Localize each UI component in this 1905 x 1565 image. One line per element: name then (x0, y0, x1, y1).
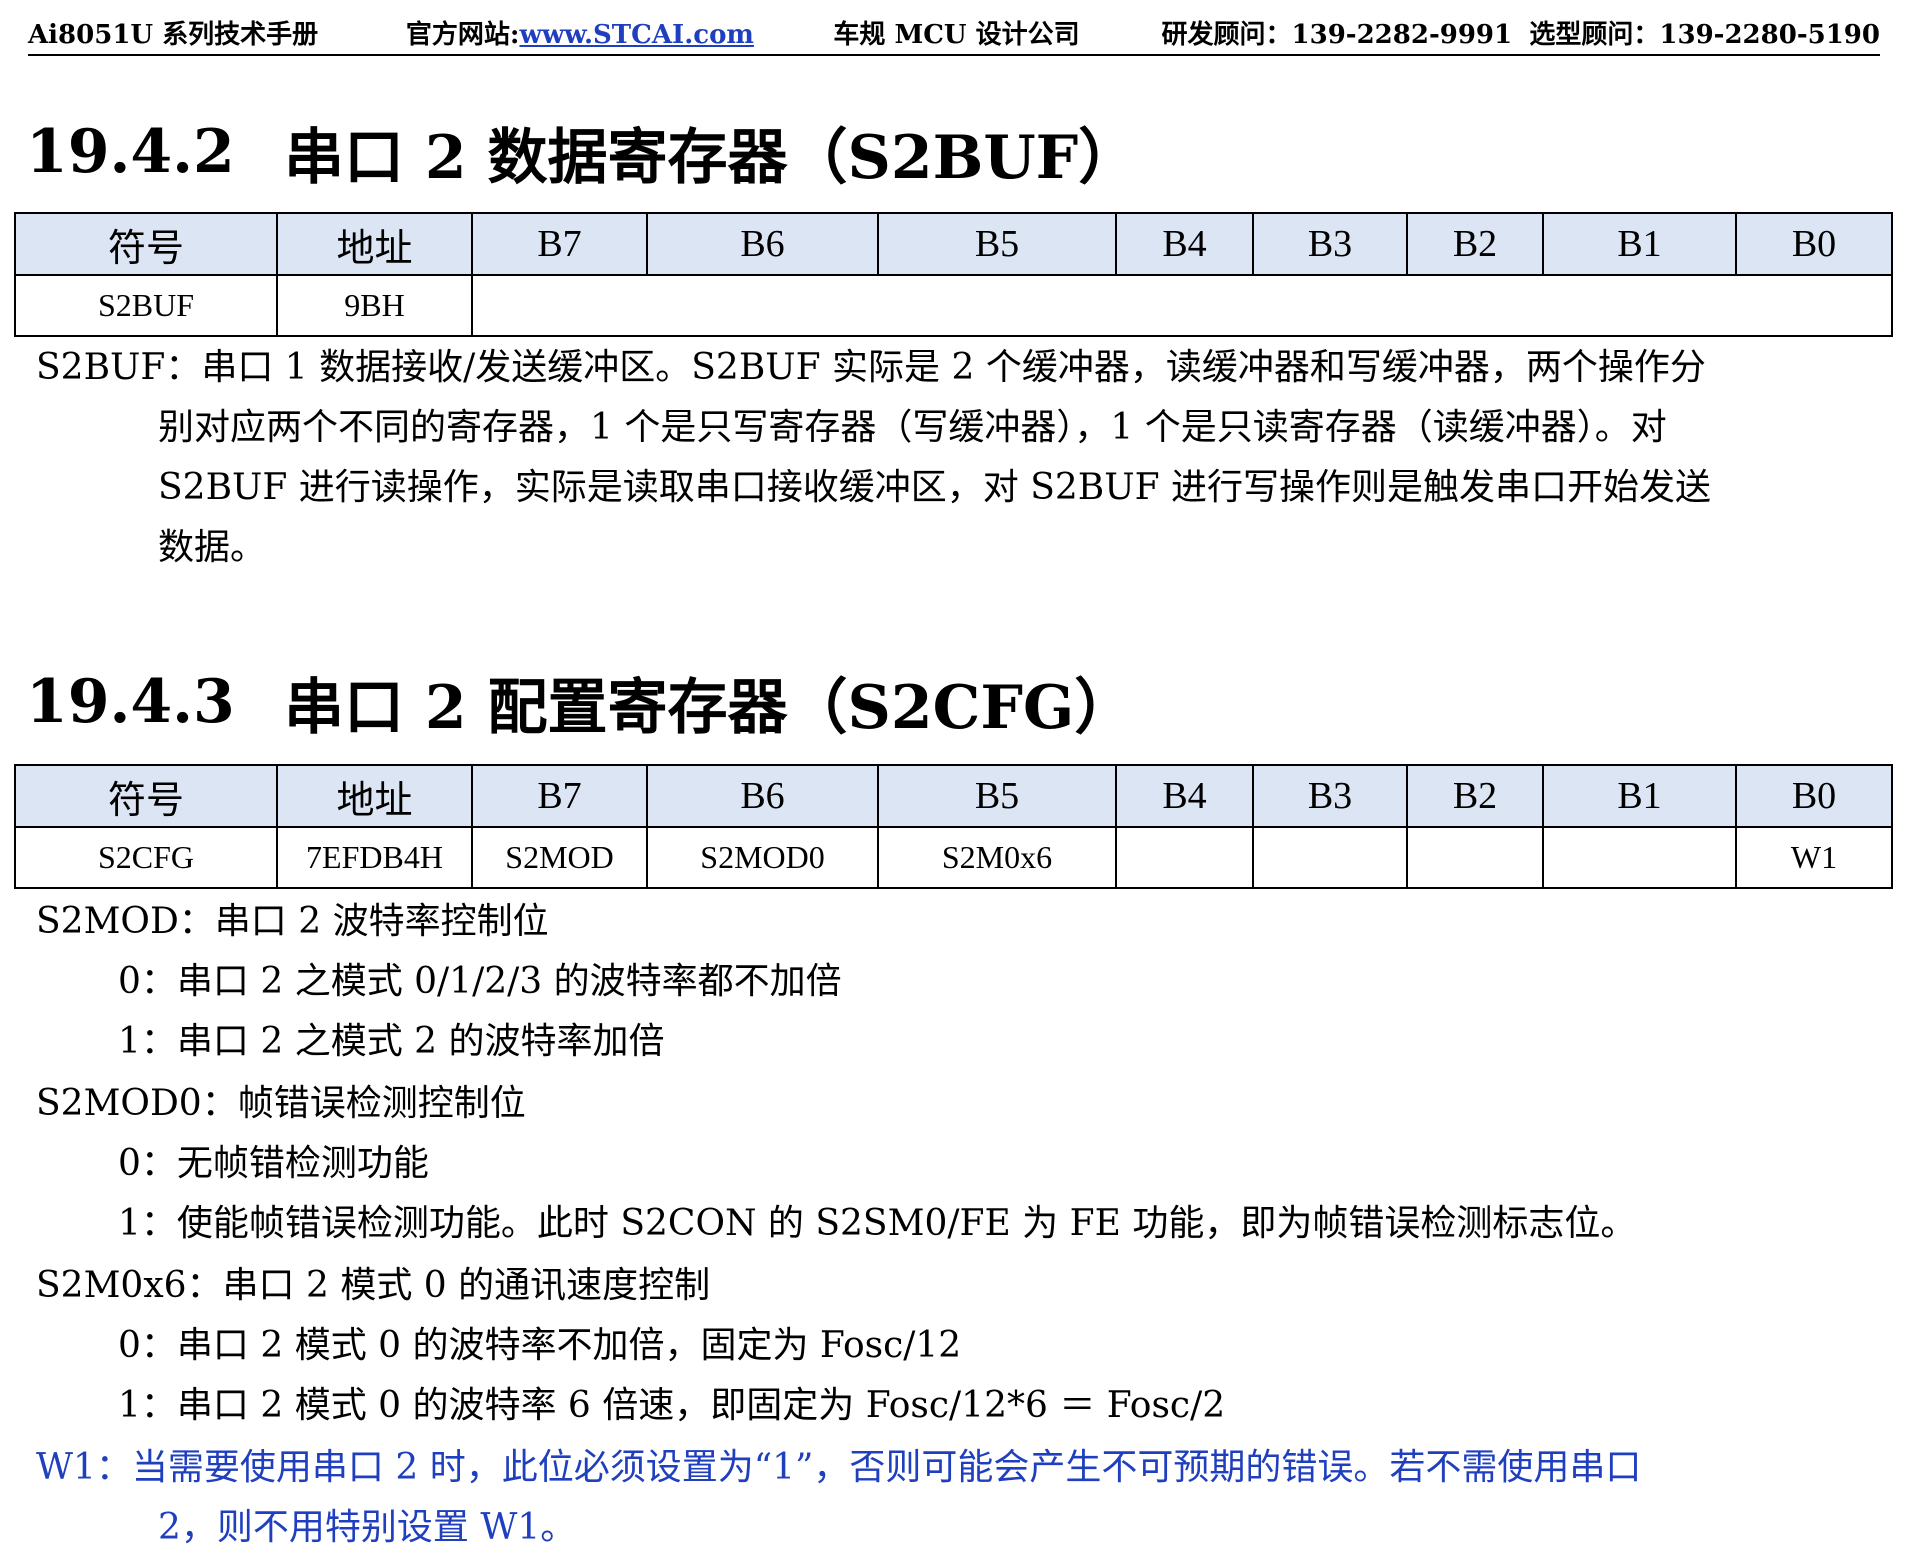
header-cell: B3 (1252, 764, 1408, 828)
section-number: 19.4.2 (26, 117, 235, 187)
page-header: Ai8051U 系列技术手册 官方网站: www.STCAI.com 车规 MC… (28, 10, 1880, 56)
header-cell: B0 (1735, 764, 1893, 828)
symbol-cell: S2CFG (14, 826, 278, 889)
bit-item: 0：串口 2 之模式 0/1/2/3 的波特率都不加倍 (118, 961, 842, 1002)
table-row: S2CFG 7EFDB4H S2MOD S2MOD0 S2M0x6 W1 (14, 826, 1893, 889)
bit-item: 1：串口 2 之模式 2 的波特率加倍 (118, 1021, 665, 1062)
bit6-cell: S2MOD0 (646, 826, 879, 889)
header-cell: 地址 (276, 764, 473, 828)
header-cell: B1 (1542, 764, 1737, 828)
bit7-cell: S2MOD (471, 826, 648, 889)
header-cell: 符号 (14, 212, 278, 276)
header-cell: B1 (1542, 212, 1737, 276)
manual-title: Ai8051U 系列技术手册 (28, 19, 319, 50)
header-cell: B7 (471, 764, 648, 828)
header-cell: B5 (877, 212, 1117, 276)
address-cell: 7EFDB4H (276, 826, 473, 889)
address-cell: 9BH (276, 274, 473, 337)
section-title-s2cfg: 19.4.3 串口 2 配置寄存器（S2CFG） (26, 662, 1134, 743)
s2buf-description-line4: 数据。 (158, 527, 267, 568)
header-cell: B7 (471, 212, 648, 276)
company-slogan: 车规 MCU 设计公司 (833, 19, 1080, 50)
section-number: 19.4.3 (26, 667, 235, 737)
symbol-cell: S2BUF (14, 274, 278, 337)
w1-note-line2: 2，则不用特别设置 W1。 (158, 1507, 577, 1548)
header-cell: B4 (1115, 212, 1254, 276)
table-header-row: 符号 地址 B7 B6 B5 B4 B3 B2 B1 B0 (14, 764, 1893, 828)
header-cell: B2 (1406, 764, 1544, 828)
header-cell: B5 (877, 764, 1117, 828)
s2buf-description-line2: 别对应两个不同的寄存器，1 个是只写寄存器（写缓冲器），1 个是只读寄存器（读缓… (158, 407, 1667, 448)
bit-item: 0：串口 2 模式 0 的波特率不加倍，固定为 Fosc/12 (118, 1325, 962, 1366)
table-header-row: 符号 地址 B7 B6 B5 B4 B3 B2 B1 B0 (14, 212, 1893, 276)
bit0-cell: W1 (1735, 826, 1893, 889)
bit-label-s2m0x6: S2M0x6：串口 2 模式 0 的通讯速度控制 (36, 1265, 711, 1306)
table-row: S2BUF 9BH (14, 274, 1893, 337)
s2buf-description-line1: S2BUF：串口 1 数据接收/发送缓冲区。S2BUF 实际是 2 个缓冲器，读… (36, 347, 1706, 388)
header-cell: B3 (1252, 212, 1408, 276)
s2buf-description-line3: S2BUF 进行读操作，实际是读取串口接收缓冲区，对 S2BUF 进行写操作则是… (158, 467, 1712, 508)
official-site: 官方网站: www.STCAI.com (406, 14, 834, 51)
bits-cell (471, 274, 1893, 337)
header-cell: B4 (1115, 764, 1254, 828)
section-heading: 串口 2 配置寄存器（S2CFG） (284, 672, 1135, 743)
header-cell: B0 (1735, 212, 1893, 276)
bit-item: 0：无帧错检测功能 (118, 1143, 429, 1184)
header-cell: B6 (646, 212, 879, 276)
sales-contact: 选型顾问：139-2280-5190 (1529, 19, 1880, 50)
header-cell: 符号 (14, 764, 278, 828)
section-title-s2buf: 19.4.2 串口 2 数据寄存器（S2BUF） (26, 112, 1138, 193)
section-heading: 串口 2 数据寄存器（S2BUF） (284, 122, 1139, 193)
header-cell: B6 (646, 764, 879, 828)
s2cfg-register-table: 符号 地址 B7 B6 B5 B4 B3 B2 B1 B0 S2CFG 7EFD… (14, 764, 1893, 889)
bit-label-s2mod: S2MOD：串口 2 波特率控制位 (36, 901, 549, 942)
header-cell: B2 (1406, 212, 1544, 276)
header-cell: 地址 (276, 212, 473, 276)
bit-label-s2mod0: S2MOD0：帧错误检测控制位 (36, 1083, 526, 1124)
bit2-cell (1406, 826, 1544, 889)
site-link[interactable]: www.STCAI.com (519, 20, 753, 50)
bit5-cell: S2M0x6 (877, 826, 1117, 889)
bit1-cell (1542, 826, 1737, 889)
bit3-cell (1252, 826, 1408, 889)
bit-item: 1：串口 2 模式 0 的波特率 6 倍速，即固定为 Fosc/12*6 ＝ F… (118, 1385, 1226, 1426)
bit4-cell (1115, 826, 1254, 889)
site-label: 官方网站: (405, 19, 520, 50)
s2buf-register-table: 符号 地址 B7 B6 B5 B4 B3 B2 B1 B0 S2BUF 9BH (14, 212, 1893, 337)
w1-note-line1: W1：当需要使用串口 2 时，此位必须设置为“1”，否则可能会产生不可预期的错误… (36, 1447, 1642, 1488)
rd-contact: 研发顾问：139-2282-9991 (1161, 19, 1513, 50)
bit-item: 1：使能帧错误检测功能。此时 S2CON 的 S2SM0/FE 为 FE 功能，… (118, 1203, 1637, 1244)
